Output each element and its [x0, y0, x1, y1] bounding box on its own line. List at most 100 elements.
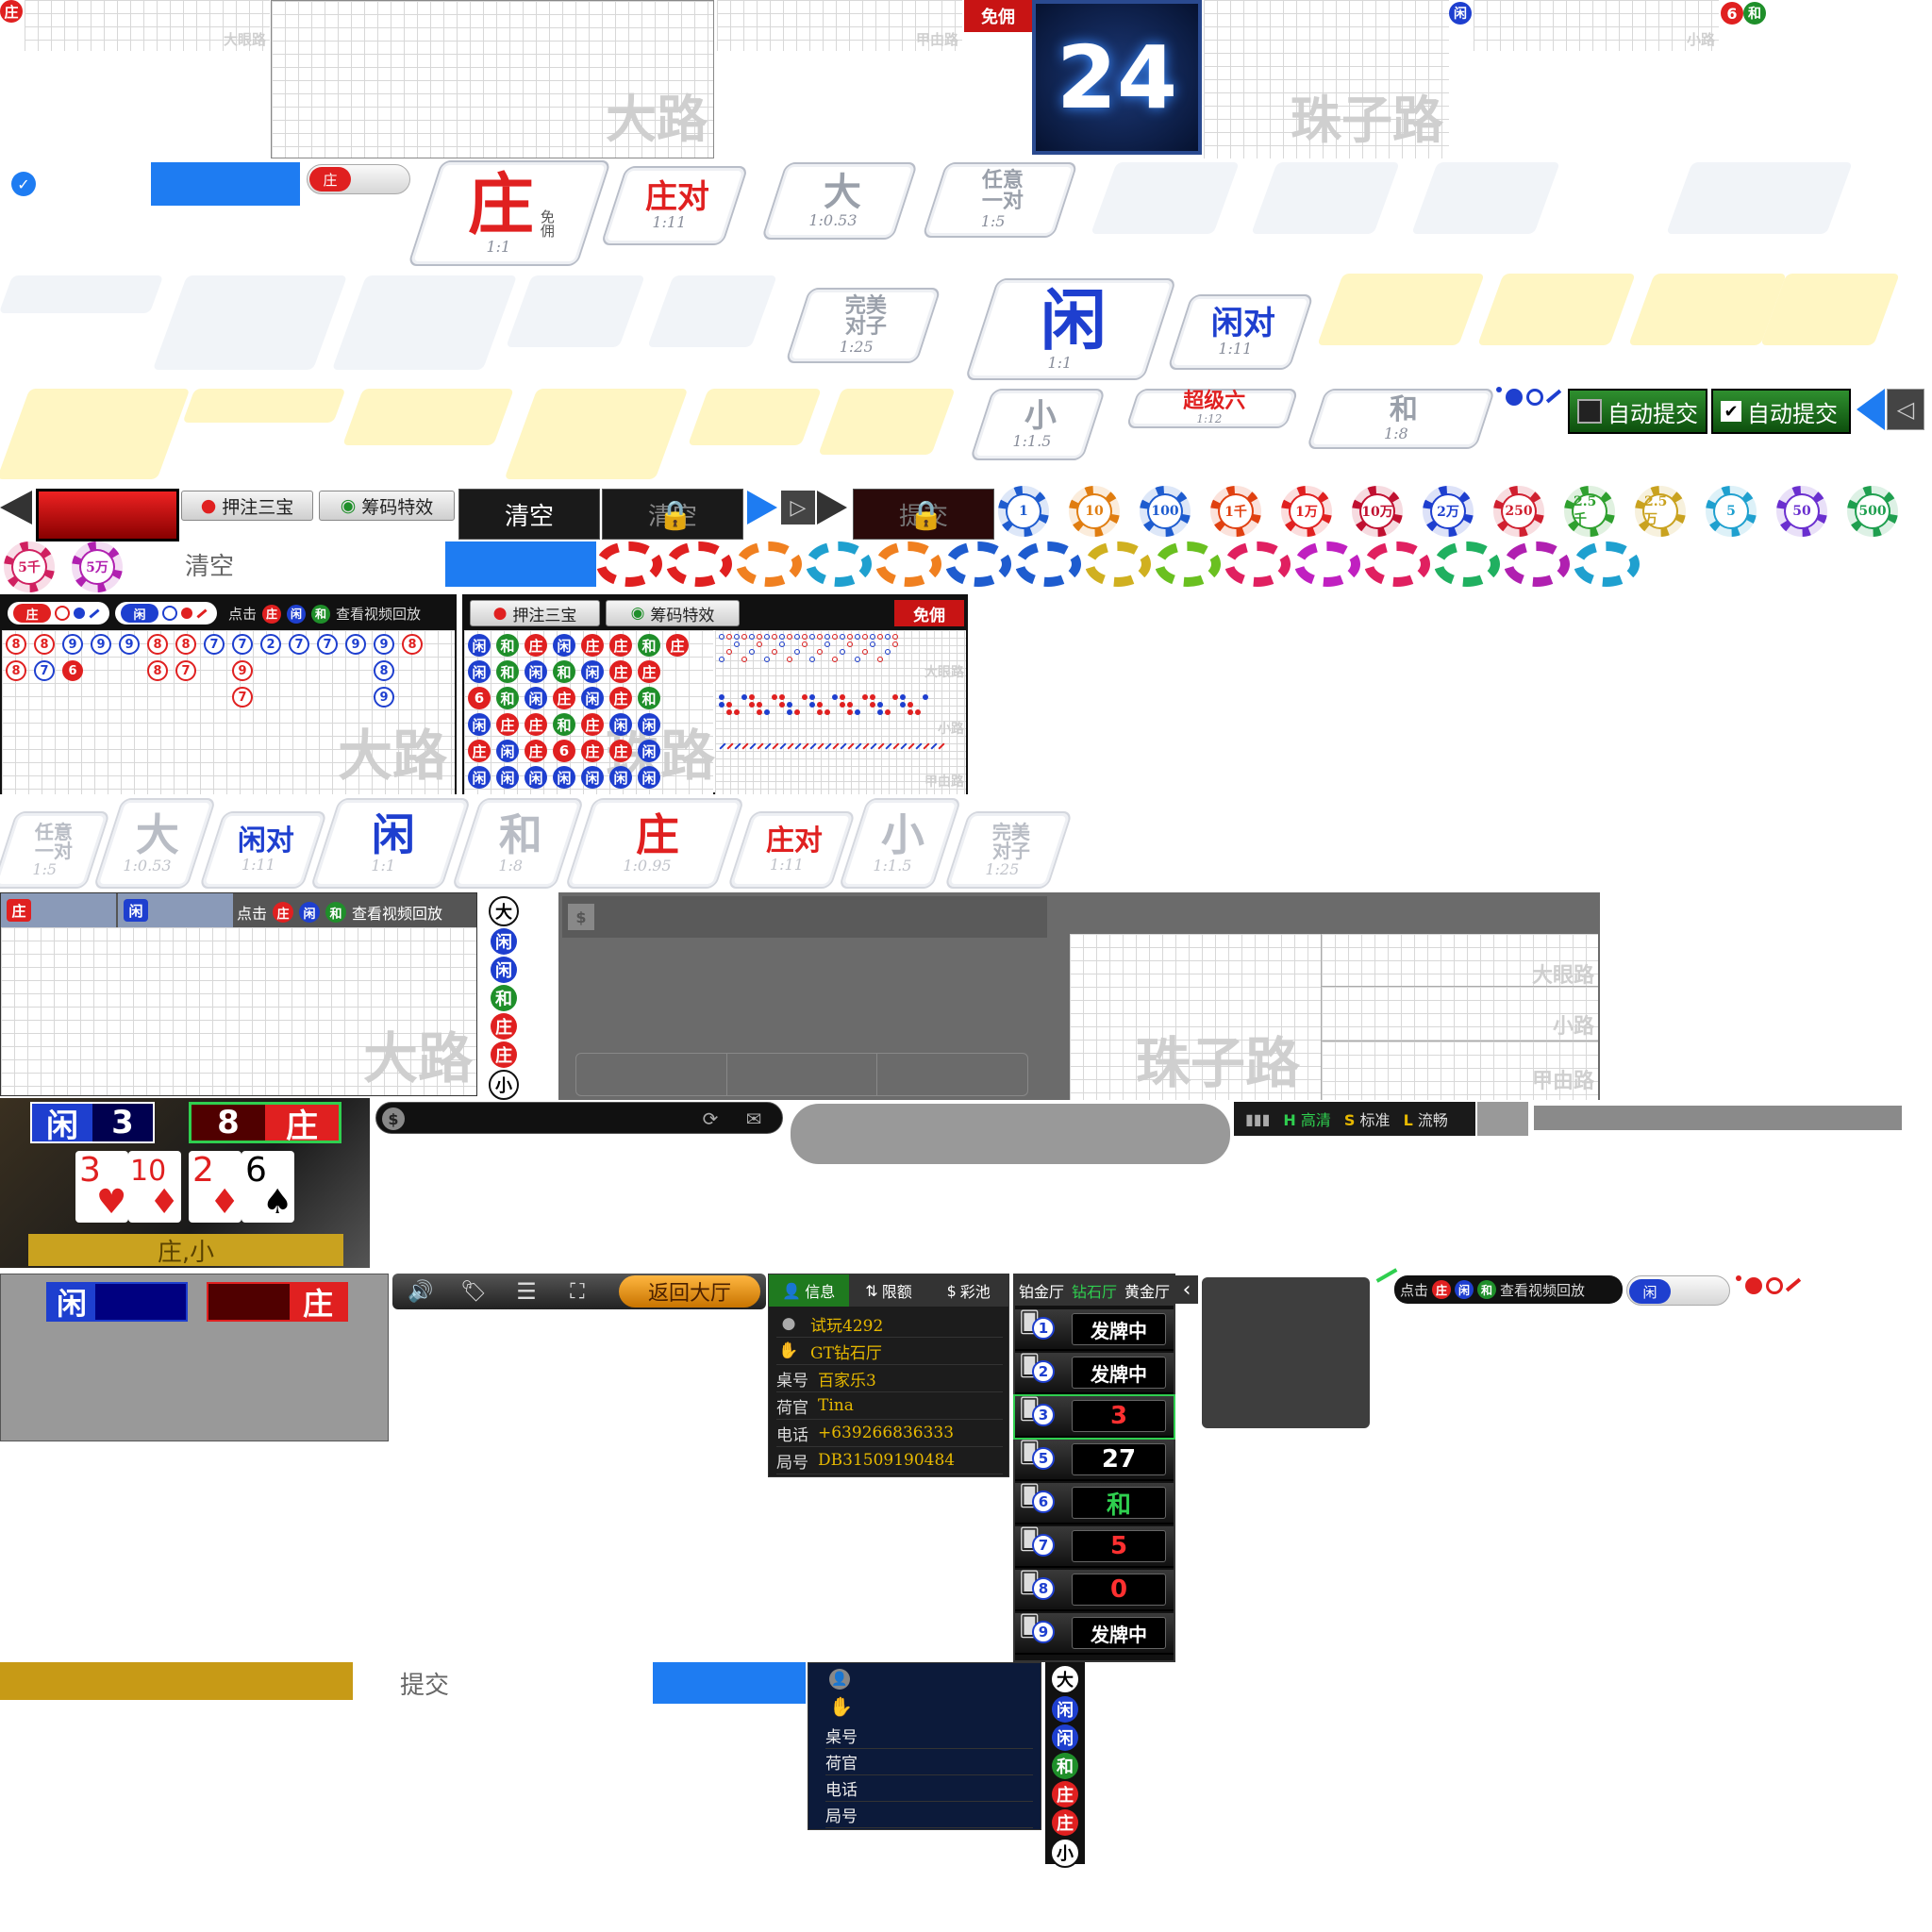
back-to-lobby-button[interactable]: 返回大厅 — [619, 1275, 760, 1307]
room-row[interactable]: 🂠 1 发牌中 — [1015, 1309, 1174, 1351]
chip-slot[interactable] — [596, 541, 662, 587]
big-road-cell: 8 — [6, 660, 26, 681]
gray-pill-placeholder — [791, 1104, 1230, 1164]
banker-ask-road[interactable]: 庄 — [8, 602, 109, 625]
bet-strip-5[interactable]: 庄 1:0.95 — [564, 798, 745, 889]
bead-cell: 闲 — [468, 766, 491, 789]
bet-strip-6[interactable]: 庄对 1:11 — [726, 811, 857, 889]
score-bar-panel: 闲 庄 — [0, 1274, 389, 1441]
tab-diamond[interactable]: 钻石厅 — [1068, 1275, 1121, 1306]
chevron-left-icon[interactable]: ‹ — [1175, 1275, 1198, 1304]
bead-cell: 和 — [638, 634, 660, 657]
bead-cell: 闲 — [525, 660, 547, 683]
quality-smooth[interactable]: L 流畅 — [1404, 1108, 1448, 1130]
chip-slot[interactable] — [1364, 541, 1430, 587]
chip-slot[interactable] — [945, 541, 1011, 587]
bead-cell: 6 — [468, 687, 491, 709]
money-icon: $ — [568, 904, 594, 930]
player-road-tab[interactable]: 闲 — [118, 893, 233, 927]
quality-sd[interactable]: S 标准 — [1344, 1108, 1391, 1130]
result-5: 庄 — [1052, 1809, 1078, 1836]
quality-hd[interactable]: H 高清 — [1283, 1108, 1331, 1130]
bead-cell: 闲 — [468, 713, 491, 736]
tab-platinum[interactable]: 铂金厅 — [1015, 1275, 1068, 1306]
tab-gold[interactable]: 黄金厅 — [1121, 1275, 1174, 1306]
bet-strip-4[interactable]: 和 1:8 — [451, 798, 585, 889]
chip-slot[interactable] — [1085, 541, 1151, 587]
signal-icon: ▮▮▮ — [1245, 1109, 1271, 1128]
video-replay-hint[interactable]: 点击 庄 闲 和 查看视频回放 — [228, 604, 421, 624]
info-row: ● 试玩4292 — [776, 1310, 1003, 1338]
bet-strip-3[interactable]: 闲 1:1 — [309, 798, 472, 889]
bead-cell: 庄 — [525, 713, 547, 736]
chip-slot[interactable] — [875, 541, 941, 587]
bead-cell: 闲 — [525, 687, 547, 709]
fullscreen-icon[interactable]: ⛶ — [558, 1277, 596, 1306]
bet-strip-8[interactable]: 完美对子 1:25 — [943, 811, 1074, 889]
chip-slot[interactable] — [1504, 541, 1570, 587]
chip-slot[interactable] — [1574, 541, 1640, 587]
video-replay-hint[interactable]: 点击 庄 闲 和 查看视频回放 — [1394, 1275, 1623, 1304]
bet-strip-2[interactable]: 闲对 1:11 — [198, 811, 328, 889]
chip-slot[interactable] — [1294, 541, 1360, 587]
chip-effect-button[interactable]: ◉ 筹码特效 — [606, 600, 740, 626]
info-panel-blank: 👤 ✋ 桌号 荷官 电话 局号 — [808, 1662, 1041, 1830]
player-bar: 闲 — [46, 1282, 188, 1322]
tab-limits[interactable]: ⇅ 限额 — [848, 1274, 929, 1307]
derived-roads-grid: 大眼路 小路 甲由路 — [715, 630, 966, 794]
gray-bar-placeholder — [1534, 1106, 1902, 1130]
banker-score-box: 8 庄 — [189, 1102, 341, 1145]
bead-cell: 和 — [553, 660, 575, 683]
room-row[interactable]: 🂠 8 0 — [1015, 1570, 1174, 1611]
player-score-box: 闲 3 — [30, 1102, 155, 1145]
room-row[interactable]: 🂠 3 3 — [1013, 1394, 1175, 1440]
room-row[interactable]: 🂠 2 发牌中 — [1015, 1353, 1174, 1394]
big-road-grid: 大路 — [1, 927, 476, 1095]
info-row: 桌号 百家乐3 — [776, 1365, 1003, 1392]
chip-slot[interactable] — [806, 541, 872, 587]
chip-slot[interactable] — [1155, 541, 1221, 587]
room-list: 🂠 1 发牌中 🂠 2 发牌中 🂠 3 3 🂠 5 27 🂠 6 和 🂠 7 5 🂠 8 0 🂠 9 发牌中 — [1013, 1309, 1175, 1658]
bead-cell: 闲 — [525, 766, 547, 789]
room-row[interactable]: 🂠 6 和 — [1015, 1483, 1174, 1524]
banker-road-tab[interactable]: 庄 — [1, 893, 116, 927]
submit-text[interactable]: 提交 — [400, 1666, 449, 1701]
big-road-cell: 9 — [119, 634, 140, 655]
chip-slot[interactable] — [1224, 541, 1291, 587]
commission-free-badge[interactable]: 免佣 — [894, 600, 964, 626]
center-panel: $ 大眼路 小路 甲由路 珠子路 — [558, 892, 1600, 1100]
player-toggle[interactable]: 闲 — [1626, 1275, 1730, 1306]
info-row: 荷官 Tina — [776, 1392, 1003, 1420]
room-row[interactable]: 🂠 9 发牌中 — [1015, 1613, 1174, 1655]
bet-strip-1[interactable]: 大 1:0.53 — [92, 798, 217, 889]
video-replay-hint[interactable]: 点击 庄 闲 和 查看视频回放 — [237, 901, 442, 924]
room-row[interactable]: 🂠 7 5 — [1015, 1526, 1174, 1568]
card-result-panel: 闲 3 8 庄 3 ♥ 10 ♦ 2 ♦ 6 ♠ 庄,小 — [0, 1098, 370, 1268]
gold-bar — [0, 1662, 353, 1700]
chip-slot[interactable] — [736, 541, 802, 587]
player-ask-road[interactable]: 闲 — [115, 602, 217, 625]
bet-strip-0[interactable]: 任意一对 1:5 — [0, 811, 111, 889]
balance-bar-dark: $ ⟳ ✉ — [375, 1102, 783, 1134]
sound-icon[interactable]: 🔊 — [402, 1277, 440, 1306]
chip-slot[interactable] — [1434, 541, 1500, 587]
video-quality-bar[interactable]: ▮▮▮ H 高清 S 标准 L 流畅 — [1234, 1102, 1475, 1136]
bet-strip-7[interactable]: 小 1:1.5 — [838, 798, 962, 889]
bead-cell: 闲 — [468, 634, 491, 657]
bead-cell: 庄 — [581, 740, 604, 762]
refresh-icon[interactable]: ⟳ — [691, 1107, 729, 1131]
chip-slot[interactable] — [666, 541, 732, 587]
chip-slot[interactable] — [1015, 541, 1081, 587]
bet-three-button[interactable]: ● 押注三宝 — [470, 600, 600, 626]
tab-pool[interactable]: $ 彩池 — [928, 1274, 1009, 1307]
mail-icon[interactable]: ✉ — [735, 1107, 773, 1131]
tab-info[interactable]: 👤 信息 — [769, 1274, 849, 1307]
big-road-cell: 9 — [232, 660, 253, 681]
bead-cell: 闲 — [638, 713, 660, 736]
bead-cell: 和 — [496, 634, 519, 657]
tag-icon[interactable]: 🏷 — [455, 1277, 492, 1306]
room-row[interactable]: 🂠 5 27 — [1015, 1440, 1174, 1481]
bead-cell: 庄 — [525, 634, 547, 657]
bead-cell: 庄 — [609, 634, 632, 657]
list-icon[interactable]: ☰ — [508, 1277, 545, 1306]
